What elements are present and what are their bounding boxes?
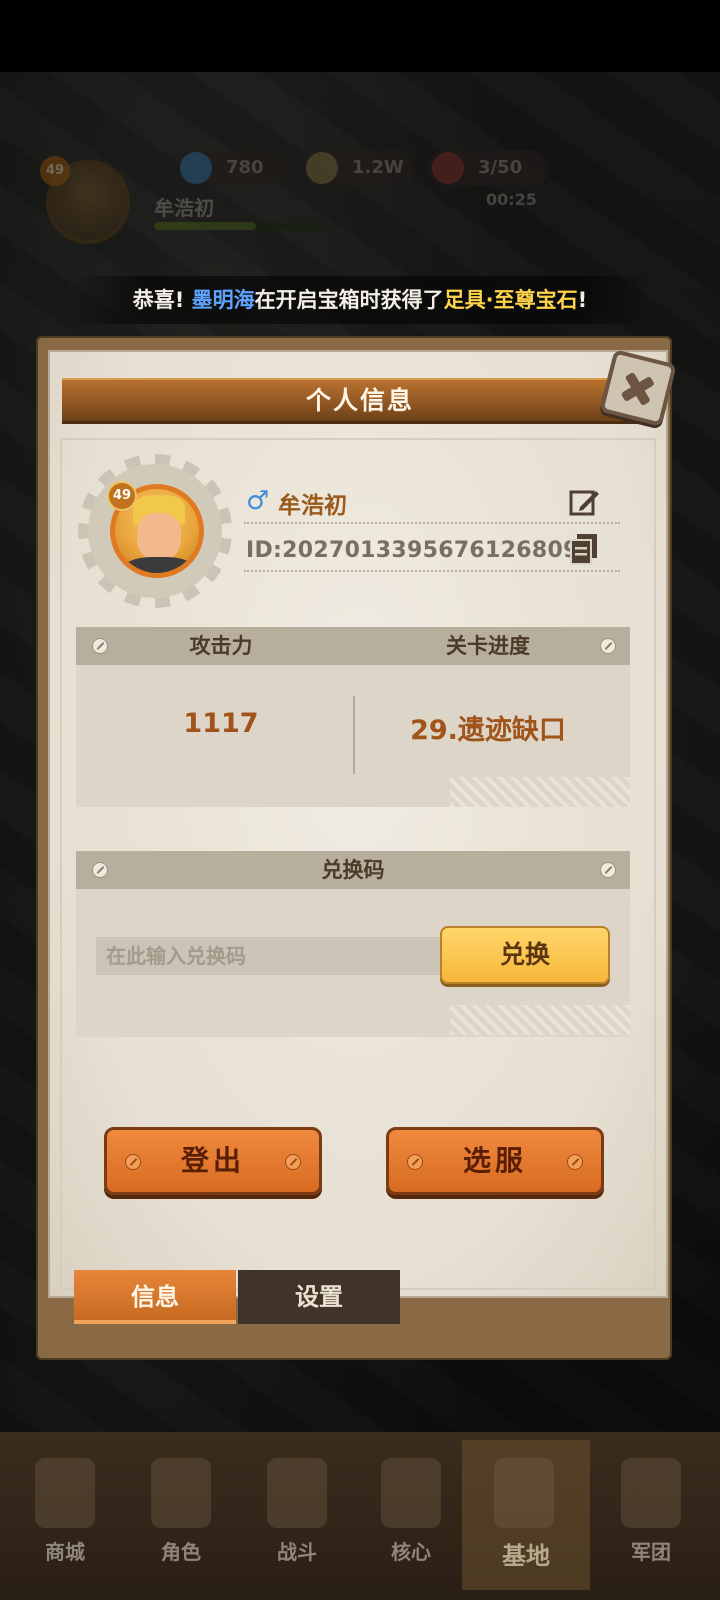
progress-label: 关卡进度 [446, 634, 530, 658]
logout-button[interactable]: 登出 [104, 1127, 322, 1195]
attack-label: 攻击力 [189, 634, 253, 658]
shop-icon [35, 1458, 95, 1528]
name-divider [244, 522, 620, 524]
select-server-label: 选服 [462, 1144, 527, 1177]
broadcast-banner: 恭喜! 墨明海在开启宝箱时获得了足具·至尊宝石! [70, 276, 650, 324]
attack-value: 1117 [183, 708, 259, 739]
battle-icon [267, 1458, 327, 1528]
banner-player: 墨明海 [191, 288, 255, 312]
nav-battle[interactable]: 战斗 [242, 1440, 352, 1590]
copy-icon[interactable] [568, 532, 600, 566]
character-icon [151, 1458, 211, 1528]
banner-suffix: ! [577, 288, 588, 312]
select-server-button[interactable]: 选服 [386, 1127, 604, 1195]
pin-icon [600, 862, 616, 878]
pin-icon [92, 862, 108, 878]
nav-base[interactable]: 基地 [462, 1440, 590, 1590]
edit-icon[interactable] [568, 486, 600, 518]
stats-header: 攻击力 关卡进度 [76, 627, 630, 665]
logout-label: 登出 [180, 1144, 245, 1177]
core-icon [381, 1458, 441, 1528]
status-bar [0, 0, 720, 72]
tab-info[interactable]: 信息 [74, 1270, 236, 1324]
base-icon [494, 1458, 554, 1528]
bolt-icon [407, 1154, 423, 1170]
legion-icon [621, 1458, 681, 1528]
player-id: ID:2027013395676126809 [246, 538, 579, 563]
nav-shop[interactable]: 商城 [10, 1440, 120, 1590]
progress-value: 29.遗迹缺口 [410, 715, 566, 746]
nav-core[interactable]: 核心 [356, 1440, 466, 1590]
pin-icon [600, 638, 616, 654]
banner-prefix: 恭喜! [132, 288, 185, 312]
bolt-icon [285, 1154, 301, 1170]
redeem-header: 兑换码 [76, 851, 630, 889]
male-gender-icon: ♂ [246, 486, 270, 516]
redeem-code-input[interactable] [96, 937, 446, 975]
player-name: 牟浩初 [278, 493, 347, 519]
banner-item: 足具·至尊宝石 [443, 288, 578, 312]
level-badge: 49 [107, 481, 137, 511]
id-divider [244, 570, 620, 572]
bolt-icon [567, 1154, 583, 1170]
redeem-title: 兑换码 [321, 858, 385, 882]
banner-middle: 在开启宝箱时获得了 [254, 288, 444, 312]
redeem-button[interactable]: 兑换 [440, 926, 610, 984]
bolt-icon [125, 1154, 141, 1170]
tab-settings[interactable]: 设置 [238, 1270, 400, 1324]
nav-legion[interactable]: 军团 [596, 1440, 706, 1590]
nav-character[interactable]: 角色 [126, 1440, 236, 1590]
